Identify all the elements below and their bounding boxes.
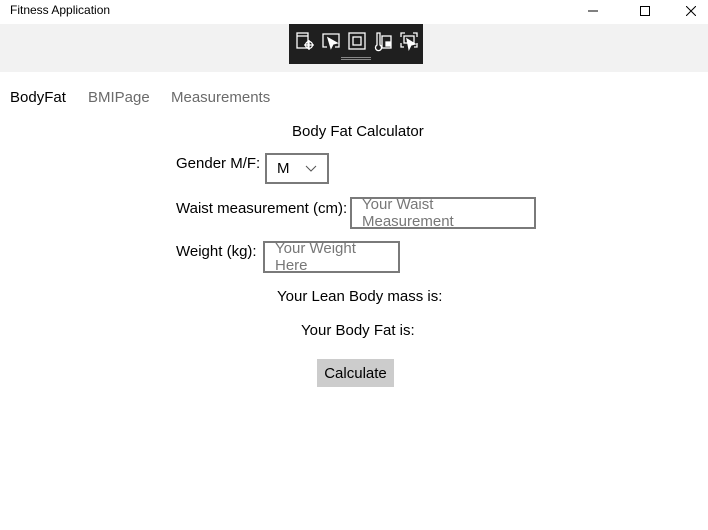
body-fat-label: Your Body Fat is: (301, 322, 415, 339)
page-title: Body Fat Calculator (292, 123, 424, 140)
weight-label: Weight (kg): (176, 243, 257, 260)
weight-input[interactable]: Your Weight Here (263, 240, 400, 274)
tab-bodyfat[interactable]: BodyFat (10, 89, 66, 106)
calculate-button[interactable]: Calculate (317, 359, 394, 387)
gender-label: Gender M/F: (176, 155, 261, 172)
waist-placeholder: Your Waist Measurement (362, 196, 454, 230)
live-visual-tree-icon[interactable] (294, 30, 316, 52)
maximize-button[interactable] (622, 0, 668, 22)
tab-measurements[interactable]: Measurements (171, 89, 270, 106)
waist-label: Waist measurement (cm): (176, 200, 348, 217)
display-element-icon[interactable] (398, 30, 420, 52)
close-button[interactable] (668, 0, 708, 22)
weight-placeholder: Your Weight Here (275, 240, 356, 274)
select-element-icon[interactable] (320, 30, 342, 52)
toolbar-grip-handle[interactable] (341, 57, 371, 60)
title-bar: Fitness Application (0, 0, 708, 24)
lean-body-mass-label: Your Lean Body mass is: (277, 288, 443, 305)
waist-input[interactable]: Your Waist Measurement (350, 196, 536, 230)
window-title: Fitness Application (10, 3, 111, 17)
chevron-down-icon (305, 165, 317, 172)
track-focus-icon[interactable] (372, 30, 394, 52)
minimize-button[interactable] (570, 0, 616, 22)
display-layout-adorners-icon[interactable] (346, 30, 368, 52)
gender-value: M (277, 160, 290, 177)
gender-select[interactable]: M (265, 153, 329, 184)
tab-bmipage[interactable]: BMIPage (88, 89, 150, 106)
